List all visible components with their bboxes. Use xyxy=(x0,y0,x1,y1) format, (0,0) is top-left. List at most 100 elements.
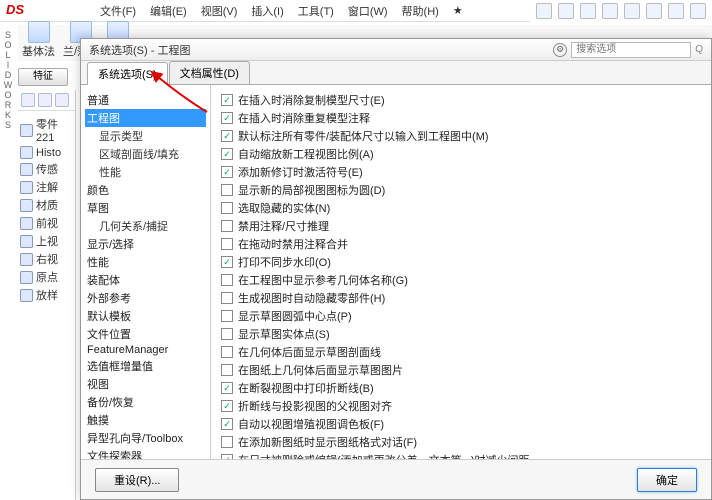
category-node[interactable]: 草图 xyxy=(85,199,206,217)
filter-icon[interactable] xyxy=(21,93,35,107)
checkbox[interactable] xyxy=(221,310,233,322)
option-row[interactable]: 在添加新图纸时显示图纸格式对话(F) xyxy=(221,433,701,451)
category-node[interactable]: 性能 xyxy=(85,253,206,271)
menu-file[interactable]: 文件(F) xyxy=(100,3,136,19)
tree-item[interactable]: 传感 xyxy=(20,160,73,178)
tree-item[interactable]: Histo xyxy=(20,145,73,160)
category-node[interactable]: 颜色 xyxy=(85,181,206,199)
gear-icon[interactable] xyxy=(690,3,706,19)
checkbox[interactable] xyxy=(221,184,233,196)
qa-icon[interactable] xyxy=(580,3,596,19)
checkbox[interactable] xyxy=(221,346,233,358)
tree-root[interactable]: 零件221 xyxy=(20,115,73,145)
checkbox[interactable] xyxy=(221,166,233,178)
panel-icon[interactable] xyxy=(55,93,69,107)
checkbox[interactable] xyxy=(221,148,233,160)
menu-edit[interactable]: 编辑(E) xyxy=(150,3,187,19)
option-row[interactable]: 显示草图实体点(S) xyxy=(221,325,701,343)
qa-icon[interactable] xyxy=(646,3,662,19)
category-node[interactable]: 装配体 xyxy=(85,271,206,289)
category-node[interactable]: 外部参考 xyxy=(85,289,206,307)
checkbox[interactable] xyxy=(221,112,233,124)
menu-star-icon[interactable]: ★ xyxy=(453,4,463,17)
option-row[interactable]: 自动以视图增殖视图调色板(F) xyxy=(221,415,701,433)
checkbox[interactable] xyxy=(221,328,233,340)
category-node[interactable]: 异型孔向导/Toolbox xyxy=(85,429,206,447)
checkbox[interactable] xyxy=(221,130,233,142)
tree-item[interactable]: 材质 xyxy=(20,196,73,214)
checkbox[interactable] xyxy=(221,94,233,106)
option-row[interactable]: 在断裂视图中打印折断线(B) xyxy=(221,379,701,397)
tree-item[interactable]: 放样 xyxy=(20,286,73,304)
checkbox[interactable] xyxy=(221,400,233,412)
category-node[interactable]: 备份/恢复 xyxy=(85,393,206,411)
option-row[interactable]: 生成视图时自动隐藏零部件(H) xyxy=(221,289,701,307)
option-row[interactable]: 禁用注释/尺寸推理 xyxy=(221,217,701,235)
category-node[interactable]: 选值框增量值 xyxy=(85,357,206,375)
option-row[interactable]: 添加新修订时激活符号(E) xyxy=(221,163,701,181)
option-row[interactable]: 在几何体后面显示草图剖面线 xyxy=(221,343,701,361)
feature-tab[interactable]: 特征 xyxy=(18,68,68,86)
search-go-icon[interactable]: Q xyxy=(695,44,703,55)
category-node[interactable]: 显示类型 xyxy=(85,127,206,145)
checkbox[interactable] xyxy=(221,436,233,448)
category-node[interactable]: 显示/选择 xyxy=(85,235,206,253)
category-node[interactable]: 视图 xyxy=(85,375,206,393)
checkbox[interactable] xyxy=(221,364,233,376)
checkbox[interactable] xyxy=(221,382,233,394)
search-options-input[interactable] xyxy=(571,42,691,58)
qa-icon[interactable] xyxy=(536,3,552,19)
tree-item[interactable]: 上视 xyxy=(20,232,73,250)
category-node[interactable]: 触摸 xyxy=(85,411,206,429)
option-row[interactable]: 在图纸上几何体后面显示草图图片 xyxy=(221,361,701,379)
tree-item[interactable]: 前视 xyxy=(20,214,73,232)
tab-document-properties[interactable]: 文档属性(D) xyxy=(169,61,250,84)
option-row[interactable]: 在工程图中显示参考几何体名称(G) xyxy=(221,271,701,289)
checkbox[interactable] xyxy=(221,274,233,286)
checkbox[interactable] xyxy=(221,238,233,250)
option-row[interactable]: 在插入时消除复制模型尺寸(E) xyxy=(221,91,701,109)
option-row[interactable]: 在拖动时禁用注释合并 xyxy=(221,235,701,253)
category-node[interactable]: 几何关系/捕捉 xyxy=(85,217,206,235)
panel-icon[interactable] xyxy=(38,93,52,107)
checkbox[interactable] xyxy=(221,202,233,214)
option-row[interactable]: 显示新的局部视图图标为圆(D) xyxy=(221,181,701,199)
checkbox[interactable] xyxy=(221,292,233,304)
option-row[interactable]: 选取隐藏的实体(N) xyxy=(221,199,701,217)
option-row[interactable]: 在尺寸被删除或编辑(添加或更改公差、文本等...)时减少间距 xyxy=(221,451,701,459)
category-node[interactable]: 工程图 xyxy=(85,109,206,127)
option-row[interactable]: 打印不同步水印(O) xyxy=(221,253,701,271)
option-row[interactable]: 在插入时消除重复模型注释 xyxy=(221,109,701,127)
qa-icon[interactable] xyxy=(602,3,618,19)
menu-view[interactable]: 视图(V) xyxy=(201,3,238,19)
tree-item[interactable]: 注解 xyxy=(20,178,73,196)
checkbox[interactable] xyxy=(221,418,233,430)
search-icon[interactable]: ⚙ xyxy=(553,43,567,57)
qa-icon[interactable] xyxy=(624,3,640,19)
option-row[interactable]: 折断线与投影视图的父视图对齐 xyxy=(221,397,701,415)
tree-item[interactable]: 右视 xyxy=(20,250,73,268)
category-node[interactable]: FeatureManager xyxy=(85,343,206,357)
menu-tools[interactable]: 工具(T) xyxy=(298,3,334,19)
ok-button[interactable]: 确定 xyxy=(637,468,697,492)
category-node[interactable]: 文件探索器 xyxy=(85,447,206,459)
checkbox[interactable] xyxy=(221,220,233,232)
qa-icon[interactable] xyxy=(668,3,684,19)
tree-item[interactable]: 原点 xyxy=(20,268,73,286)
menu-help[interactable]: 帮助(H) xyxy=(402,3,439,19)
reset-button[interactable]: 重设(R)... xyxy=(95,468,179,492)
menu-window[interactable]: 窗口(W) xyxy=(348,3,388,19)
option-row[interactable]: 显示草图圆弧中心点(P) xyxy=(221,307,701,325)
category-node[interactable]: 文件位置 xyxy=(85,325,206,343)
option-row[interactable]: 自动缩放新工程视图比例(A) xyxy=(221,145,701,163)
category-node[interactable]: 性能 xyxy=(85,163,206,181)
qa-icon[interactable] xyxy=(558,3,574,19)
checkbox[interactable] xyxy=(221,256,233,268)
option-row[interactable]: 默认标注所有零件/装配体尺寸以输入到工程图中(M) xyxy=(221,127,701,145)
menu-insert[interactable]: 插入(I) xyxy=(251,3,283,19)
ribbon-item[interactable]: 基体法 xyxy=(22,21,55,59)
category-node[interactable]: 普通 xyxy=(85,91,206,109)
category-node[interactable]: 区域剖面线/填充 xyxy=(85,145,206,163)
tab-system-options[interactable]: 系统选项(S) xyxy=(87,62,168,85)
category-node[interactable]: 默认模板 xyxy=(85,307,206,325)
